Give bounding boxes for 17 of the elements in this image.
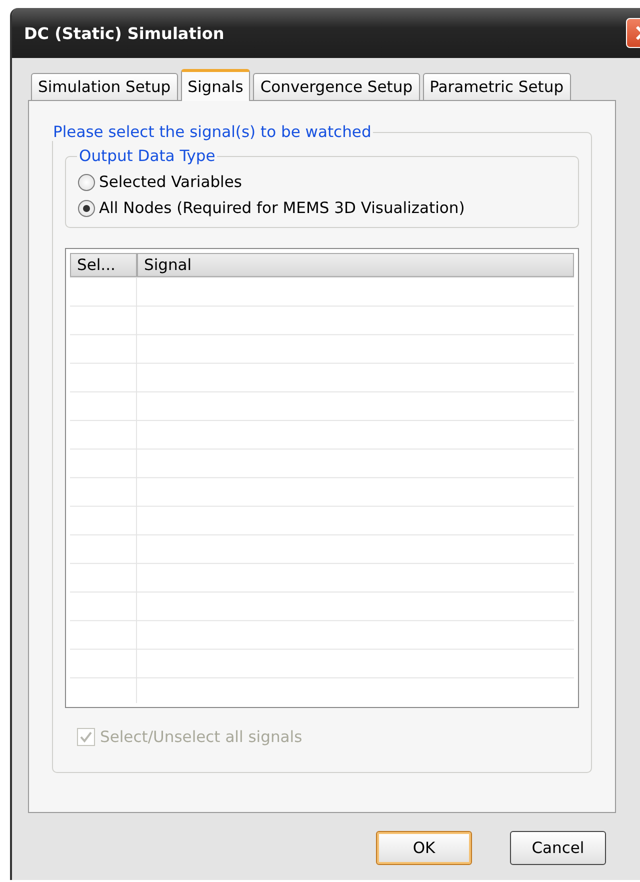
group-title: Please select the signal(s) to be watched xyxy=(52,123,372,141)
radio-button[interactable] xyxy=(78,200,95,216)
window-title: DC (Static) Simulation xyxy=(24,24,224,42)
cancel-button[interactable]: Cancel xyxy=(510,831,606,865)
tab[interactable]: Simulation Setup xyxy=(31,73,178,100)
tab[interactable]: Signals xyxy=(180,69,250,101)
radio-label: All Nodes (Required for MEMS 3D Visualization) xyxy=(99,199,465,217)
tab[interactable]: Parametric Setup xyxy=(422,73,571,100)
tab[interactable]: Convergence Setup xyxy=(253,73,420,100)
column-header[interactable]: Signal xyxy=(137,253,574,277)
column-header[interactable]: Sel... xyxy=(70,253,137,277)
ok-button[interactable]: OK xyxy=(376,831,472,865)
radio-label: Selected Variables xyxy=(99,173,242,191)
radio-button[interactable] xyxy=(78,174,95,190)
checkbox-label: Select/Unselect all signals xyxy=(100,728,302,746)
group-title: Output Data Type xyxy=(78,147,216,165)
check-icon xyxy=(80,731,92,743)
